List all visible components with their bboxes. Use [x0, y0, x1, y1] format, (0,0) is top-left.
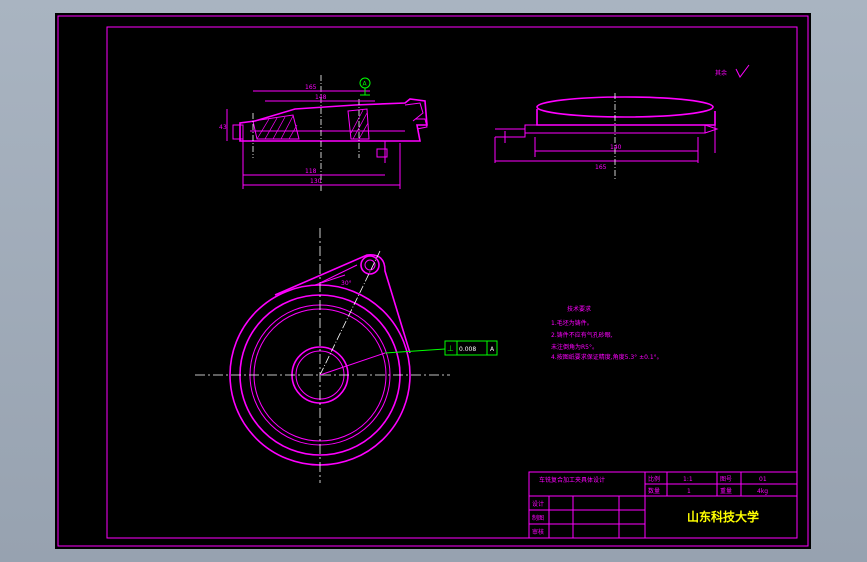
design-label: 设计	[532, 500, 544, 508]
drawing-canvas: 其余 165 148 118 130 43 A 140 165 30° ⊥ 0.…	[57, 15, 809, 547]
note-1: 1.毛坯为铸件。	[551, 319, 593, 327]
title-block: 车铣复合加工夹具体设计 比例 1:1 图号 01 数量 1 重量 4kg 设计 …	[528, 471, 798, 539]
surface-finish-mark: 其余	[715, 64, 750, 78]
qty-value: 1	[687, 488, 691, 495]
notes-heading: 技术要求	[567, 305, 591, 313]
dim-left-mid: 148	[315, 94, 327, 101]
scale-label: 比例	[648, 475, 660, 483]
weight-value: 4kg	[757, 488, 768, 495]
dim-left-top: 165	[305, 84, 317, 91]
datum-label: A	[363, 81, 368, 88]
sheet-label: 图号	[720, 476, 732, 483]
drawing-sheet: 其余 165 148 118 130 43 A 140 165 30° ⊥ 0.…	[55, 13, 811, 549]
draw-label: 制图	[532, 514, 544, 522]
dim-left-height: 43	[219, 124, 227, 131]
note-3: 未注倒角为R5°。	[551, 343, 598, 351]
plan-view: 30° ⊥ 0.008 A	[195, 228, 498, 483]
technical-notes: 技术要求 1.毛坯为铸件。 2.铸件不应有气孔砂眼, 未注倒角为R5°。 4.按…	[551, 305, 663, 361]
tolerance-symbol: ⊥	[447, 344, 454, 353]
weight-label: 重量	[720, 487, 732, 495]
scale-value: 1:1	[683, 476, 693, 483]
university-name: 山东科技大学	[687, 509, 759, 524]
drawing-title: 车铣复合加工夹具体设计	[539, 476, 605, 484]
check-label: 审核	[532, 528, 544, 536]
inner-border	[106, 26, 798, 539]
note-2: 2.铸件不应有气孔砂眼,	[551, 331, 613, 339]
view-right: 140 165	[494, 93, 719, 181]
surface-finish-label: 其余	[715, 69, 727, 77]
outer-border	[57, 15, 809, 547]
sheet-value: 01	[759, 476, 767, 483]
qty-label: 数量	[648, 487, 660, 495]
dim-left-bottom-2: 130	[310, 178, 322, 185]
dim-left-bottom-1: 118	[305, 168, 317, 175]
section-view-left: 165 148 118 130 43 A	[219, 75, 428, 193]
dim-right-1: 140	[610, 144, 622, 151]
dim-right-2: 165	[595, 164, 607, 171]
note-4: 4.按图纸要求保证精度,角度5.3° ±0.1°。	[551, 353, 663, 361]
tolerance-frame: ⊥ 0.008 A	[444, 340, 498, 356]
tolerance-value: 0.008	[459, 346, 476, 353]
tolerance-datum: A	[490, 346, 495, 353]
dim-angle: 30°	[341, 280, 352, 287]
